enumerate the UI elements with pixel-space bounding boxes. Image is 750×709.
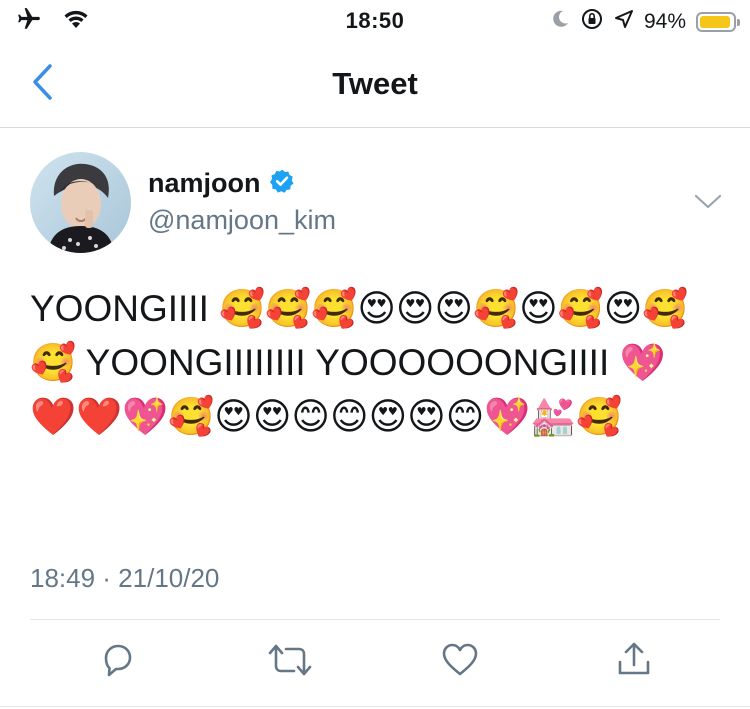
tweet-timestamp[interactable]: 18:49 · 21/10/20 <box>30 563 219 594</box>
retweet-button[interactable] <box>268 640 312 684</box>
author-name-row[interactable]: namjoon <box>148 168 295 199</box>
chevron-down-icon <box>693 194 723 216</box>
verified-badge-icon <box>269 168 295 199</box>
status-bar: 18:50 94% <box>0 0 750 42</box>
share-icon <box>614 640 654 685</box>
battery-level <box>700 16 731 28</box>
reply-icon <box>98 640 138 685</box>
divider <box>30 619 720 620</box>
more-options-button[interactable] <box>693 192 723 212</box>
page-title: Tweet <box>332 66 418 101</box>
rotation-lock-icon <box>580 7 604 37</box>
like-button[interactable] <box>438 640 482 684</box>
nav-bar: Tweet <box>0 42 750 128</box>
moon-icon <box>550 9 570 35</box>
avatar[interactable] <box>30 152 131 253</box>
author-name[interactable]: namjoon <box>148 168 261 199</box>
author-handle[interactable]: @namjoon_kim <box>148 205 336 236</box>
battery-percent: 94% <box>643 10 686 33</box>
retweet-icon <box>268 640 312 685</box>
like-icon <box>440 640 480 685</box>
share-button[interactable] <box>612 640 656 684</box>
location-icon <box>614 9 634 35</box>
reply-button[interactable] <box>96 640 140 684</box>
tweet-actions <box>0 640 750 690</box>
status-right: 94% <box>550 7 740 37</box>
tweet-text: YOONGIIII 🥰🥰🥰😍😍😍🥰😍🥰😍🥰🥰 YOONGIIIIIIII YOO… <box>30 288 689 437</box>
battery-icon <box>696 12 740 32</box>
bottom-divider <box>0 706 750 707</box>
